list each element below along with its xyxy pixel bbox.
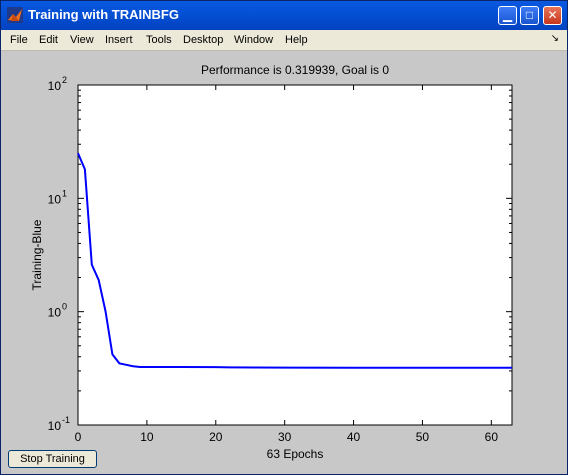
x-tick-label: 40 — [347, 430, 361, 444]
y-tick-base: 10 — [48, 192, 62, 206]
stop-training-button[interactable]: Stop Training — [8, 450, 97, 468]
y-tick-exponent: 2 — [62, 75, 67, 85]
y-tick-base: 10 — [48, 306, 62, 320]
y-tick-exponent: 0 — [62, 302, 67, 312]
y-tick-exponent: -1 — [62, 415, 70, 425]
y-tick-label: 10 — [48, 192, 62, 206]
figure-window: Training with TRAINBFG ▁ □ ✕ File Edit V… — [0, 0, 568, 475]
y-tick-label: 10 — [48, 79, 62, 93]
y-axis-label: Training-Blue — [30, 219, 44, 290]
x-tick-label: 20 — [209, 430, 223, 444]
plot-title: Performance is 0.319939, Goal is 0 — [201, 63, 389, 77]
y-tick-label: 10 — [48, 306, 62, 320]
x-tick-label: 0 — [75, 430, 82, 444]
x-tick-label: 10 — [140, 430, 154, 444]
y-tick-exponent: 1 — [62, 188, 67, 198]
performance-plot: Performance is 0.319939, Goal is 00 10 20 3… — [30, 63, 513, 461]
x-axis-label: 63 Epochs — [267, 447, 324, 461]
x-tick-label: 30 — [278, 430, 292, 444]
y-tick-base: 10 — [48, 79, 62, 93]
y-tick-label: 10 — [48, 419, 62, 433]
x-tick-label: 50 — [416, 430, 430, 444]
x-tick-label: 60 — [485, 430, 499, 444]
plot-area — [78, 85, 512, 425]
y-tick-base: 10 — [48, 419, 62, 433]
